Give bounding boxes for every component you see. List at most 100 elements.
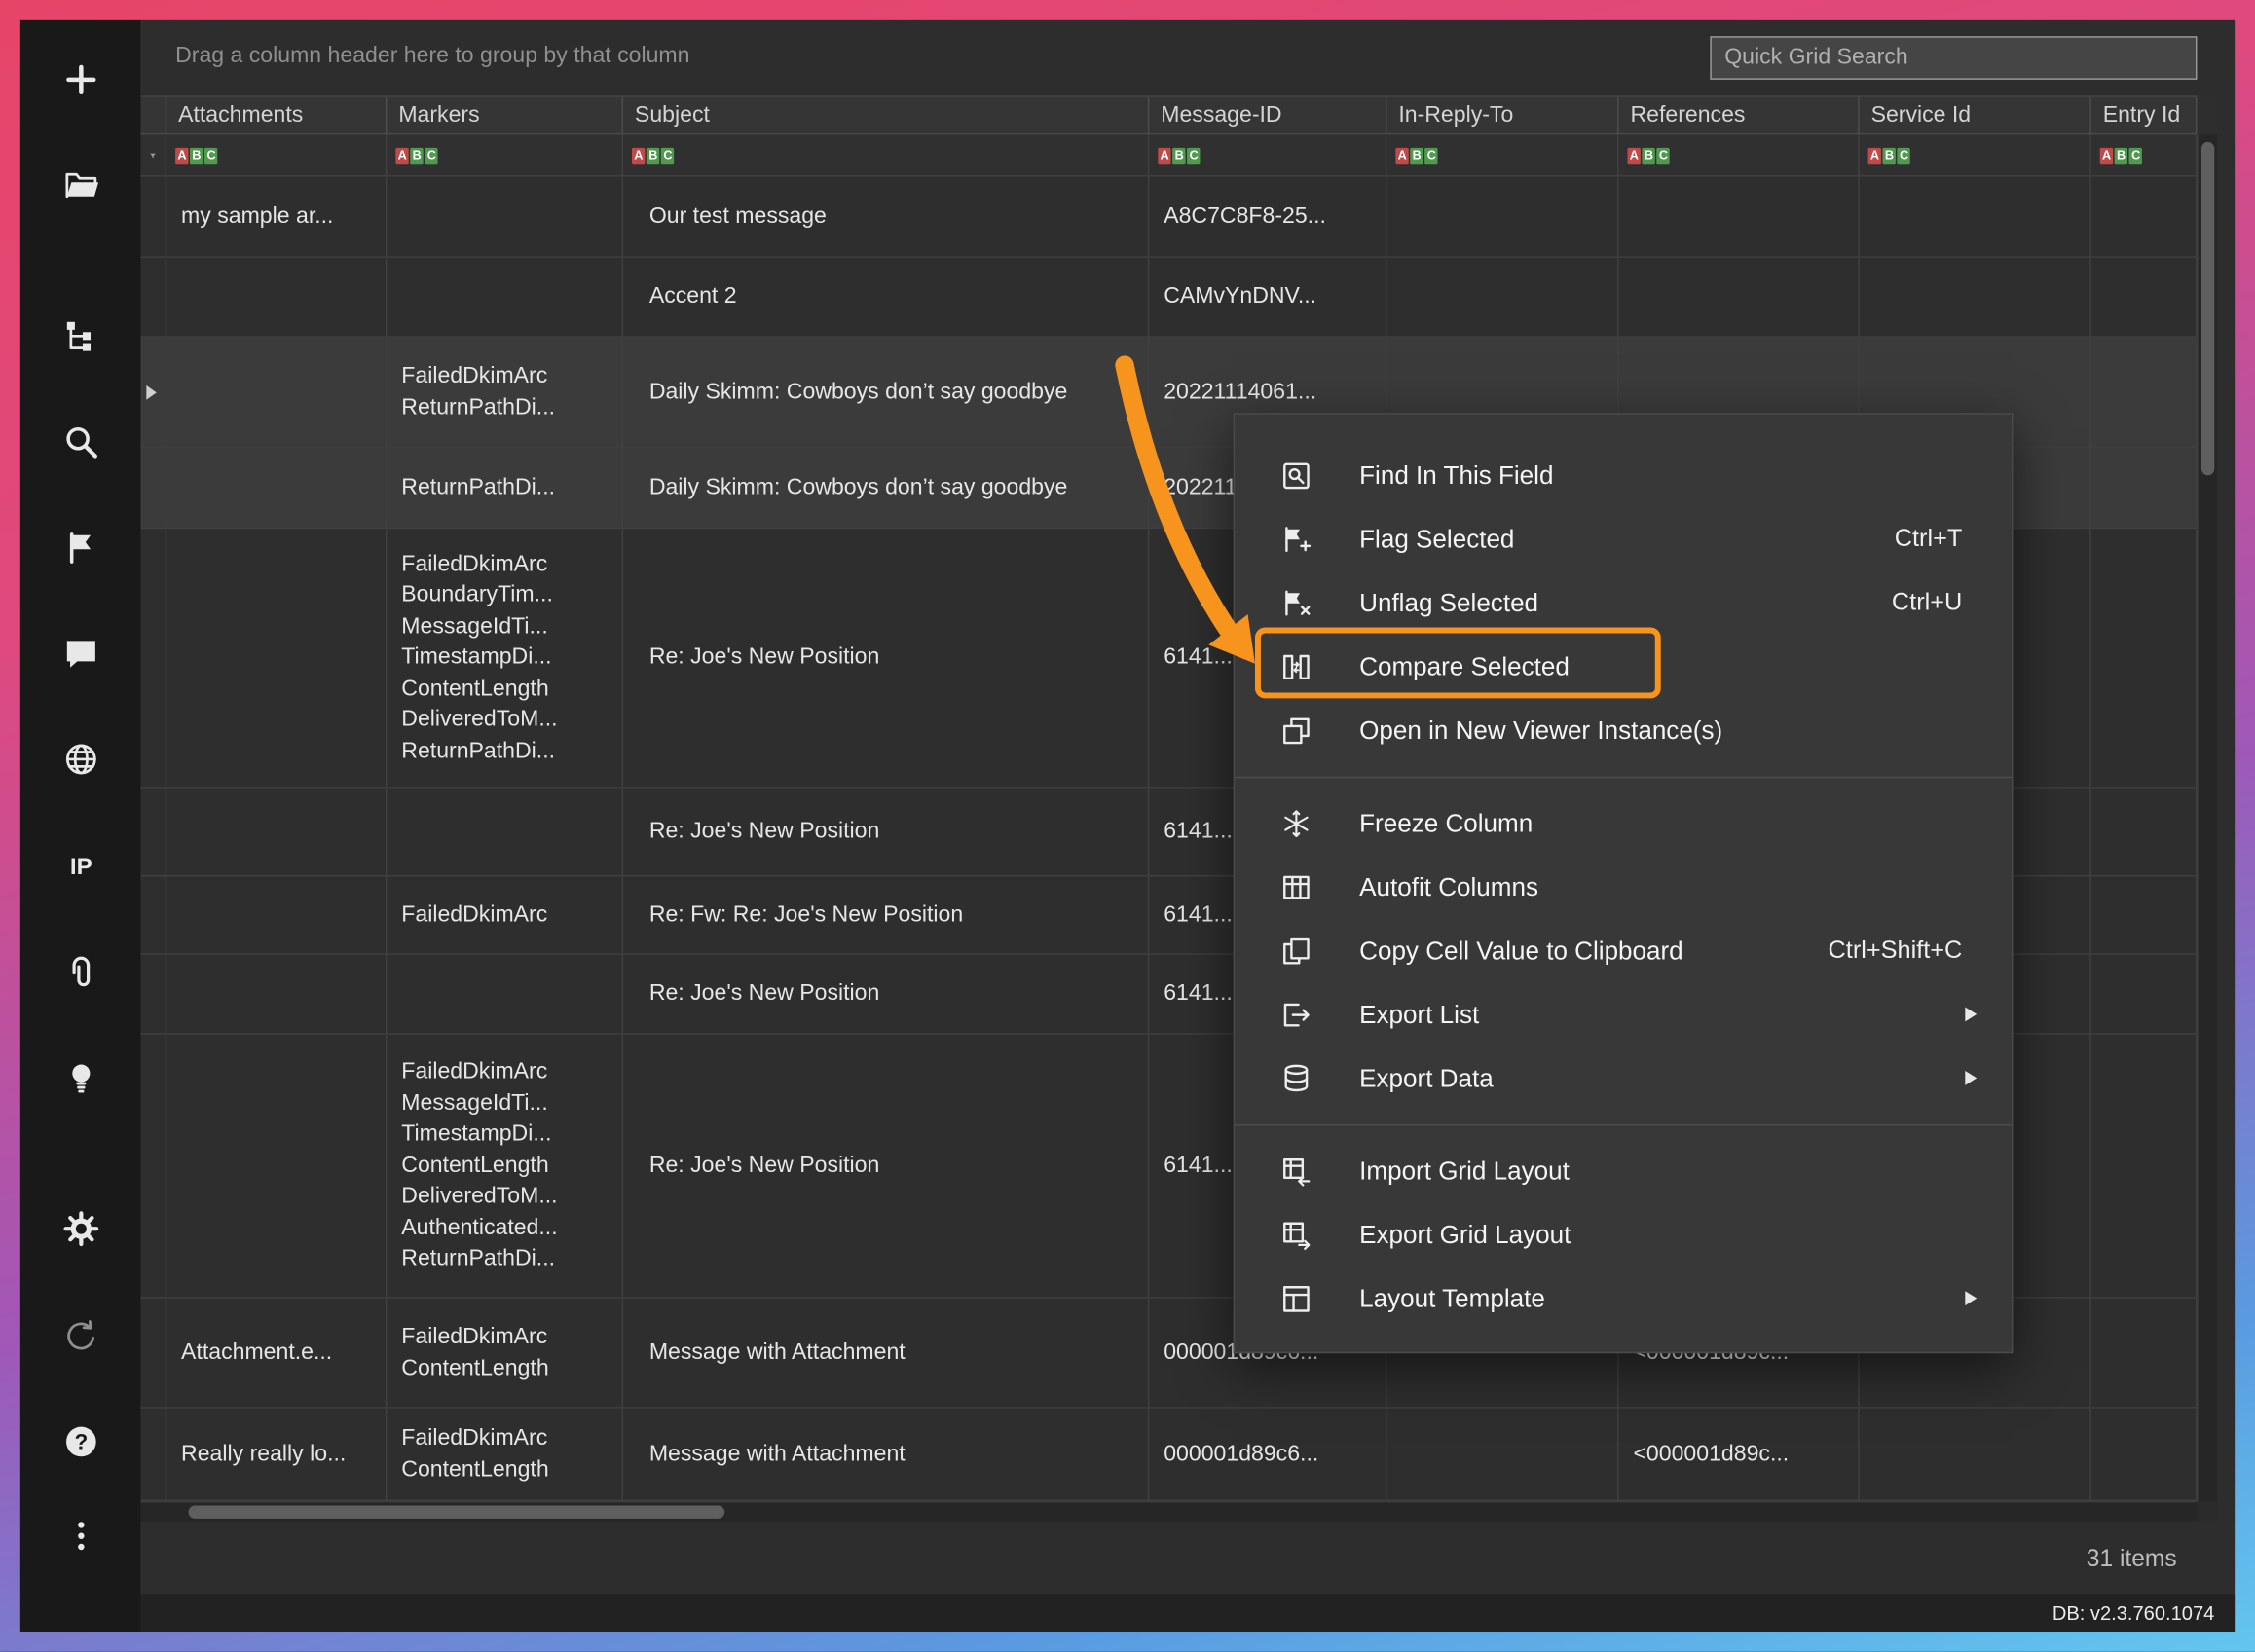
filter-cell-entry_id[interactable]: ABC bbox=[2091, 134, 2198, 175]
cell-message_id[interactable]: CAMvYnDNV... bbox=[1149, 258, 1386, 336]
sidebar-overflow-menu-icon[interactable] bbox=[20, 1516, 141, 1557]
table-row[interactable]: Really really lo...FailedDkimArc Content… bbox=[140, 1409, 2197, 1501]
cell-markers[interactable]: FailedDkimArc MessageIdTi... TimestampDi… bbox=[387, 1035, 623, 1297]
cell-message_id[interactable]: 000001d89c6... bbox=[1149, 1409, 1386, 1500]
cell-attachments[interactable] bbox=[166, 529, 387, 787]
filter-cell-message_id[interactable]: ABC bbox=[1149, 134, 1386, 175]
filter-cell-subject[interactable]: ABC bbox=[623, 134, 1149, 175]
cell-entry_id[interactable] bbox=[2091, 877, 2198, 954]
filter-funnel-cell[interactable] bbox=[140, 134, 166, 175]
cell-entry_id[interactable] bbox=[2091, 177, 2198, 257]
sidebar-search-icon[interactable] bbox=[20, 422, 141, 462]
sidebar-help-icon[interactable]: ? bbox=[20, 1421, 141, 1462]
cell-subject[interactable]: Our test message bbox=[623, 177, 1149, 257]
cell-markers[interactable] bbox=[387, 258, 623, 336]
cell-attachments[interactable] bbox=[166, 338, 387, 447]
sidebar-open-folder-icon[interactable] bbox=[20, 165, 141, 206]
cell-in_reply_to[interactable] bbox=[1386, 177, 1618, 257]
cell-subject[interactable]: Message with Attachment bbox=[623, 1409, 1149, 1500]
column-header-message_id[interactable]: Message-ID bbox=[1149, 97, 1386, 133]
menu-item-unflag-selected[interactable]: Unflag SelectedCtrl+U bbox=[1235, 570, 2012, 634]
cell-in_reply_to[interactable] bbox=[1386, 1409, 1618, 1500]
cell-references[interactable]: <000001d89c... bbox=[1619, 1409, 1860, 1500]
cell-message_id[interactable]: A8C7C8F8-25... bbox=[1149, 177, 1386, 257]
cell-markers[interactable] bbox=[387, 789, 623, 875]
column-header-markers[interactable]: Markers bbox=[387, 97, 623, 133]
cell-entry_id[interactable] bbox=[2091, 448, 2198, 528]
cell-entry_id[interactable] bbox=[2091, 955, 2198, 1033]
cell-markers[interactable]: FailedDkimArc ReturnPathDi... bbox=[387, 338, 623, 447]
sidebar-hint-bulb-icon[interactable] bbox=[20, 1058, 141, 1099]
menu-item-copy-cell-value-to-clipboard[interactable]: Copy Cell Value to ClipboardCtrl+Shift+C bbox=[1235, 919, 2012, 982]
menu-item-export-grid-layout[interactable]: Export Grid Layout bbox=[1235, 1202, 2012, 1266]
menu-item-export-data[interactable]: Export Data bbox=[1235, 1046, 2012, 1110]
cell-in_reply_to[interactable] bbox=[1386, 258, 1618, 336]
menu-item-import-grid-layout[interactable]: Import Grid Layout bbox=[1235, 1139, 2012, 1202]
menu-item-autofit-columns[interactable]: Autofit Columns bbox=[1235, 855, 2012, 918]
vertical-scrollbar[interactable] bbox=[2197, 134, 2217, 1501]
horizontal-scrollbar[interactable] bbox=[140, 1501, 2197, 1522]
table-row[interactable]: my sample ar... Our test messageA8C7C8F8-… bbox=[140, 177, 2197, 258]
cell-service_id[interactable] bbox=[1860, 1409, 2091, 1500]
cell-markers[interactable]: FailedDkimArc bbox=[387, 877, 623, 954]
cell-markers[interactable]: FailedDkimArc ContentLength bbox=[387, 1409, 623, 1500]
cell-subject[interactable]: Re: Joe's New Position bbox=[623, 1035, 1149, 1297]
menu-item-find-in-this-field[interactable]: Find In This Field bbox=[1235, 443, 2012, 506]
cell-attachments[interactable] bbox=[166, 789, 387, 875]
cell-subject[interactable]: Re: Joe's New Position bbox=[623, 789, 1149, 875]
column-header-subject[interactable]: Subject bbox=[623, 97, 1149, 133]
quick-grid-search-input[interactable] bbox=[1710, 36, 2197, 80]
sidebar-globe-icon[interactable] bbox=[20, 739, 141, 780]
cell-markers[interactable]: FailedDkimArc ContentLength bbox=[387, 1299, 623, 1408]
sidebar-comment-icon[interactable] bbox=[20, 633, 141, 674]
cell-attachments[interactable] bbox=[166, 955, 387, 1033]
cell-service_id[interactable] bbox=[1860, 177, 2091, 257]
horizontal-scrollbar-thumb[interactable] bbox=[188, 1505, 724, 1518]
vertical-scrollbar-thumb[interactable] bbox=[2201, 142, 2214, 475]
menu-item-flag-selected[interactable]: Flag SelectedCtrl+T bbox=[1235, 507, 2012, 570]
cell-entry_id[interactable] bbox=[2091, 258, 2198, 336]
table-row[interactable]: Accent 2CAMvYnDNV... bbox=[140, 258, 2197, 338]
cell-subject[interactable]: Re: Joe's New Position bbox=[623, 529, 1149, 787]
cell-attachments[interactable]: Really really lo... bbox=[166, 1409, 387, 1500]
sidebar-add-icon[interactable] bbox=[20, 59, 141, 100]
cell-attachments[interactable]: Attachment.e... bbox=[166, 1299, 387, 1408]
cell-entry_id[interactable] bbox=[2091, 529, 2198, 787]
cell-entry_id[interactable] bbox=[2091, 789, 2198, 875]
cell-entry_id[interactable] bbox=[2091, 1035, 2198, 1297]
column-header-references[interactable]: References bbox=[1619, 97, 1860, 133]
sidebar-ip-icon[interactable]: IP bbox=[20, 846, 141, 887]
cell-entry_id[interactable] bbox=[2091, 1299, 2198, 1408]
cell-subject[interactable]: Re: Fw: Re: Joe's New Position bbox=[623, 877, 1149, 954]
filter-cell-attachments[interactable]: ABC bbox=[166, 134, 387, 175]
column-header-service_id[interactable]: Service Id bbox=[1860, 97, 2091, 133]
cell-attachments[interactable] bbox=[166, 448, 387, 528]
cell-attachments[interactable] bbox=[166, 877, 387, 954]
cell-attachments[interactable]: my sample ar... bbox=[166, 177, 387, 257]
cell-entry_id[interactable] bbox=[2091, 1409, 2198, 1500]
cell-markers[interactable] bbox=[387, 955, 623, 1033]
cell-service_id[interactable] bbox=[1860, 258, 2091, 336]
menu-item-layout-template[interactable]: Layout Template bbox=[1235, 1267, 2012, 1330]
column-header-entry_id[interactable]: Entry Id bbox=[2091, 97, 2198, 133]
sidebar-update-icon[interactable] bbox=[20, 1315, 141, 1356]
column-header-attachments[interactable]: Attachments bbox=[166, 97, 387, 133]
cell-subject[interactable]: Accent 2 bbox=[623, 258, 1149, 336]
sidebar-tree-view-icon[interactable] bbox=[20, 315, 141, 356]
sidebar-settings-gear-icon[interactable] bbox=[20, 1208, 141, 1249]
cell-markers[interactable]: FailedDkimArc BoundaryTim... MessageIdTi… bbox=[387, 529, 623, 787]
cell-references[interactable] bbox=[1619, 177, 1860, 257]
cell-subject[interactable]: Daily Skimm: Cowboys don’t say goodbye bbox=[623, 338, 1149, 447]
sidebar-flag-icon[interactable] bbox=[20, 528, 141, 569]
filter-cell-service_id[interactable]: ABC bbox=[1860, 134, 2091, 175]
cell-entry_id[interactable] bbox=[2091, 338, 2198, 447]
cell-markers[interactable] bbox=[387, 177, 623, 257]
menu-item-open-in-new-viewer-instance-s[interactable]: Open in New Viewer Instance(s) bbox=[1235, 698, 2012, 761]
column-header-in_reply_to[interactable]: In-Reply-To bbox=[1386, 97, 1618, 133]
cell-references[interactable] bbox=[1619, 258, 1860, 336]
cell-attachments[interactable] bbox=[166, 1035, 387, 1297]
sidebar-attachment-icon[interactable] bbox=[20, 952, 141, 993]
menu-item-export-list[interactable]: Export List bbox=[1235, 982, 2012, 1046]
cell-subject[interactable]: Message with Attachment bbox=[623, 1299, 1149, 1408]
cell-attachments[interactable] bbox=[166, 258, 387, 336]
